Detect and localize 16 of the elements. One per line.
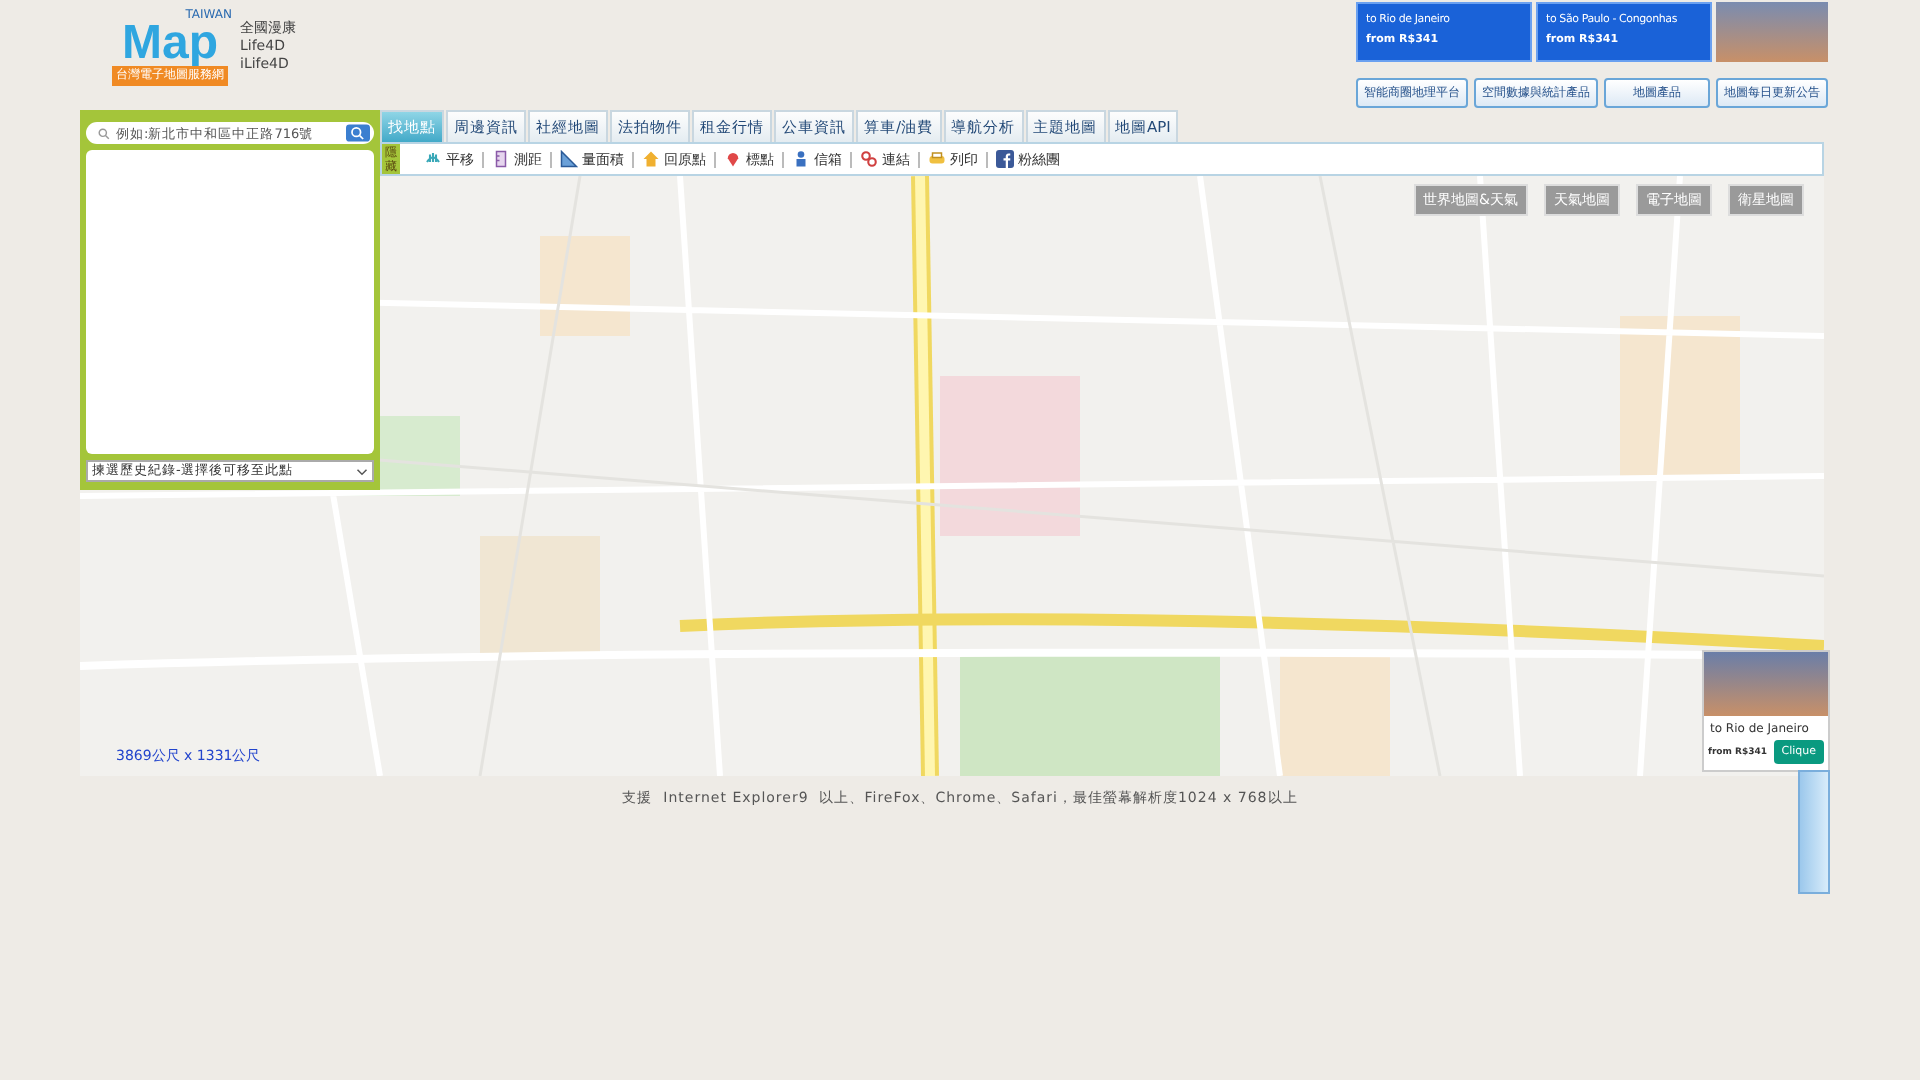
printer-icon — [928, 150, 946, 168]
scrollbar[interactable] — [1798, 770, 1830, 894]
person-icon — [792, 150, 810, 168]
triangle-icon — [560, 150, 578, 168]
hand-icon — [424, 150, 442, 168]
photo-placeholder — [1716, 2, 1828, 62]
photo-placeholder — [1704, 652, 1828, 716]
home-icon — [642, 150, 660, 168]
search-icon — [98, 127, 110, 139]
search-icon[interactable] — [346, 124, 370, 142]
caret-icon — [356, 467, 368, 475]
map-pin-icon — [724, 150, 742, 168]
facebook-icon — [996, 150, 1014, 168]
ruler-icon — [492, 150, 510, 168]
link-icon — [860, 150, 878, 168]
logo-word: Map — [122, 22, 218, 66]
